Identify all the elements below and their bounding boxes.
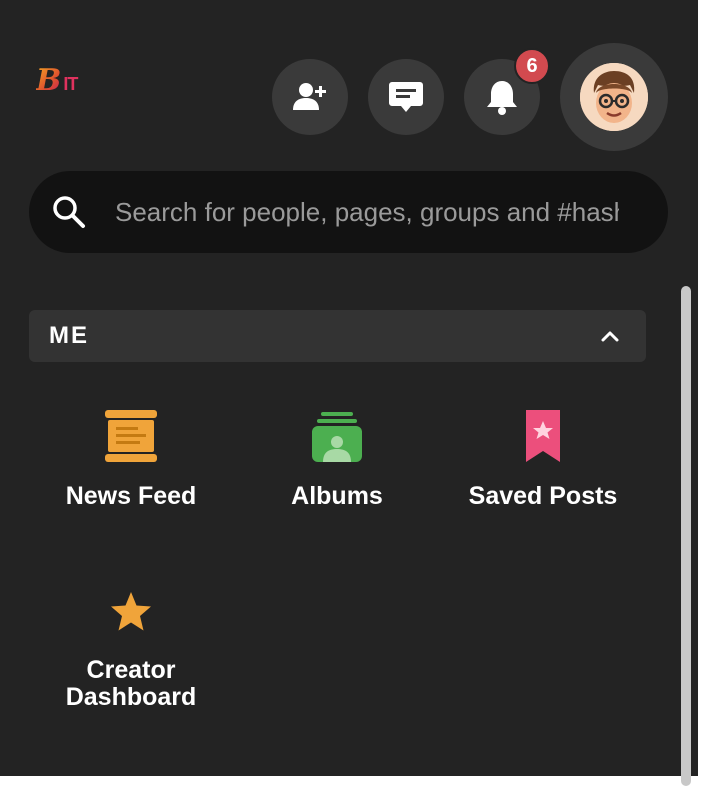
user-avatar bbox=[580, 63, 648, 131]
search-bar[interactable] bbox=[29, 171, 668, 253]
collapse-button[interactable] bbox=[598, 324, 622, 348]
chat-message-icon bbox=[389, 82, 423, 112]
chevron-up-icon bbox=[601, 331, 619, 342]
messages-button[interactable] bbox=[368, 59, 444, 135]
albums-icon bbox=[312, 412, 362, 462]
memoji-face-icon bbox=[580, 63, 648, 131]
logo-text: IT bbox=[63, 73, 78, 94]
bell-icon bbox=[487, 81, 517, 115]
logo-mark: B bbox=[36, 63, 62, 98]
menu-item-creator-dashboard[interactable]: Creator Dashboard bbox=[31, 575, 231, 711]
star-icon bbox=[111, 592, 151, 631]
search-input[interactable] bbox=[113, 195, 621, 229]
section-title: ME bbox=[49, 322, 89, 349]
menu-item-albums[interactable]: Albums bbox=[237, 403, 437, 510]
add-user-icon bbox=[293, 83, 326, 110]
menu-item-label: Saved Posts bbox=[468, 482, 618, 510]
search-icon bbox=[53, 196, 85, 228]
menu-item-label: News Feed bbox=[65, 482, 197, 510]
menu-item-news-feed[interactable]: News Feed bbox=[31, 403, 231, 510]
profile-button[interactable] bbox=[560, 43, 668, 151]
news-feed-icon bbox=[105, 410, 157, 462]
scrollbar-thumb[interactable] bbox=[681, 286, 691, 786]
menu-item-label: Albums bbox=[291, 482, 383, 510]
add-friend-button[interactable] bbox=[272, 59, 348, 135]
menu-item-saved-posts[interactable]: Saved Posts bbox=[443, 403, 643, 510]
section-header-me[interactable]: ME bbox=[29, 310, 646, 362]
site-logo[interactable]: B IT bbox=[36, 62, 96, 100]
window-edge bbox=[698, 0, 704, 776]
side-panel: B IT 6 Search for people, pages, groups … bbox=[0, 0, 698, 786]
notification-count-badge: 6 bbox=[514, 48, 550, 84]
bookmark-star-icon bbox=[526, 410, 560, 462]
menu-item-label: Creator Dashboard bbox=[65, 656, 197, 711]
